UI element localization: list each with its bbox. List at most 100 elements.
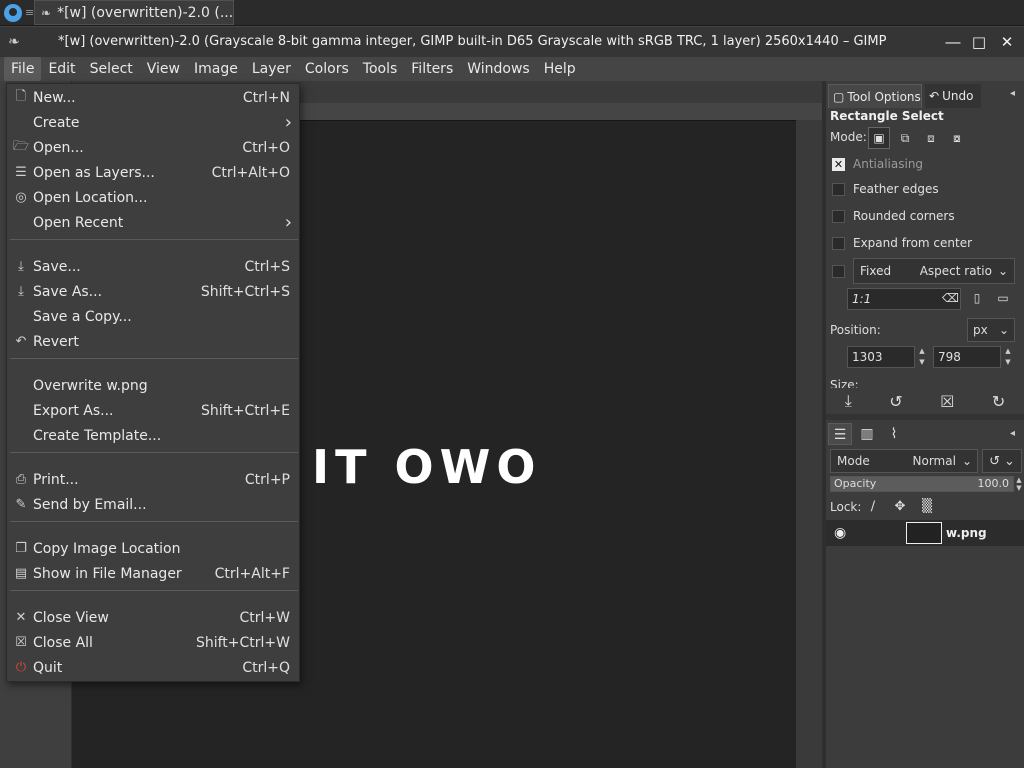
menu-item-open[interactable]: 🗁 Open... Ctrl+O: [8, 135, 298, 160]
layer-mode-select[interactable]: Mode Normal ⌄: [830, 449, 978, 473]
menu-item-label: Send by Email...: [33, 496, 147, 513]
menu-item-export-as[interactable]: Export As... Shift+Ctrl+E: [8, 398, 298, 423]
delete-preset-icon[interactable]: ☒: [940, 392, 954, 411]
menu-layer[interactable]: Layer: [245, 57, 298, 81]
menu-colors[interactable]: Colors: [298, 57, 356, 81]
menu-item-open-location[interactable]: ◎ Open Location...: [8, 185, 298, 210]
landscape-icon[interactable]: ▭: [995, 291, 1011, 307]
menu-select[interactable]: Select: [83, 57, 140, 81]
tab-channels-icon[interactable]: ▥: [855, 423, 879, 445]
close-window-button[interactable]: ✕: [998, 33, 1016, 51]
chevron-down-icon: ⌄: [997, 264, 1008, 278]
maximize-button[interactable]: □: [970, 33, 988, 51]
menu-item-open-as-layers[interactable]: ☰ Open as Layers... Ctrl+Alt+O: [8, 160, 298, 185]
clear-field-icon[interactable]: ⌫: [942, 291, 959, 307]
tab-tool-options[interactable]: ▢ Tool Options: [828, 84, 922, 108]
mode-intersect-icon[interactable]: ⧇: [946, 127, 968, 149]
minimize-button[interactable]: ―: [944, 33, 962, 51]
reset-icon: ↺: [989, 453, 1000, 469]
rounded-corners-label: Rounded corners: [853, 209, 955, 223]
antialiasing-option[interactable]: ✕ Antialiasing: [832, 154, 923, 174]
dock-menu-icon[interactable]: ◂: [1010, 428, 1022, 440]
rounded-corners-checkbox[interactable]: [832, 209, 845, 223]
canvas-image-text: IT OWO: [312, 440, 542, 494]
menu-item-print[interactable]: ⎙ Print... Ctrl+P: [8, 467, 298, 492]
layer-name: w.png: [946, 526, 987, 540]
globe-icon: ◎: [15, 190, 27, 205]
opacity-spinner[interactable]: ▲ ▼: [1014, 476, 1024, 492]
lock-position-icon[interactable]: ✥: [892, 499, 908, 515]
position-unit-select[interactable]: px ⌄: [967, 318, 1015, 342]
position-label: Position:: [830, 323, 881, 337]
file-menu-dropdown: 🗋 New... Ctrl+N Create › 🗁 Open... Ctrl+…: [6, 83, 300, 682]
menu-item-close-all[interactable]: ☒ Close All Shift+Ctrl+W: [8, 630, 298, 655]
menu-view[interactable]: View: [140, 57, 187, 81]
menu-item-copy-location[interactable]: ❐ Copy Image Location: [8, 536, 298, 561]
mode-add-icon[interactable]: ⧉: [894, 127, 916, 149]
expand-center-checkbox[interactable]: [832, 236, 845, 250]
position-x-input[interactable]: 1303: [847, 346, 915, 368]
menu-image[interactable]: Image: [187, 57, 245, 81]
opacity-slider[interactable]: Opacity 100.0: [830, 476, 1014, 492]
save-preset-icon[interactable]: ⤓: [845, 391, 852, 411]
antialiasing-checkbox[interactable]: ✕: [832, 157, 845, 171]
menu-item-overwrite[interactable]: Overwrite w.png: [8, 373, 298, 398]
menu-file[interactable]: File: [4, 57, 42, 81]
menu-item-create-template[interactable]: Create Template...: [8, 423, 298, 448]
position-y-input[interactable]: 798: [933, 346, 1001, 368]
menu-filters[interactable]: Filters: [404, 57, 460, 81]
restore-preset-icon[interactable]: ↺: [889, 392, 902, 411]
revert-icon: ↶: [15, 334, 27, 349]
taskbar-window-entry[interactable]: ❧ *[w] (overwritten)-2.0 (...: [34, 0, 234, 25]
fixed-mode-select[interactable]: Fixed Aspect ratio ⌄: [853, 258, 1015, 284]
menu-item-label: Open...: [33, 139, 84, 156]
dock-split-handle[interactable]: [826, 414, 1024, 420]
lock-pixels-icon[interactable]: ∕: [865, 499, 881, 515]
menu-item-quit[interactable]: ⏻ Quit Ctrl+Q: [8, 655, 298, 680]
rounded-corners-option[interactable]: Rounded corners: [832, 206, 955, 226]
position-x-spinner[interactable]: ▲ ▼: [917, 346, 927, 368]
feather-edges-option[interactable]: Feather edges: [832, 179, 939, 199]
menu-item-label: Open Location...: [33, 189, 148, 206]
fixed-option[interactable]: [832, 261, 845, 281]
feather-edges-label: Feather edges: [853, 182, 939, 196]
tab-layers-icon[interactable]: ☰: [828, 423, 852, 445]
menu-item-save-copy[interactable]: Save a Copy...: [8, 304, 298, 329]
menu-edit[interactable]: Edit: [41, 57, 82, 81]
size-label: Size:: [830, 378, 859, 388]
eye-icon[interactable]: ◉: [834, 525, 856, 541]
menu-item-save[interactable]: ⤓ Save... Ctrl+S: [8, 254, 298, 279]
start-menu-icon[interactable]: [4, 4, 22, 22]
tool-options-actions: ⤓ ↺ ☒ ↻: [826, 388, 1024, 414]
menu-item-label: Copy Image Location: [33, 540, 181, 557]
position-y-spinner[interactable]: ▲ ▼: [1003, 346, 1013, 368]
mode-subtract-icon[interactable]: ⧈: [920, 127, 942, 149]
layer-mode-reset-button[interactable]: ↺ ⌄: [982, 449, 1022, 473]
menu-item-send-email[interactable]: ✎ Send by Email...: [8, 492, 298, 517]
dock-menu-icon[interactable]: ◂: [1010, 88, 1022, 100]
menu-windows[interactable]: Windows: [460, 57, 537, 81]
expand-center-option[interactable]: Expand from center: [832, 233, 972, 253]
fixed-checkbox[interactable]: [832, 264, 845, 278]
menu-item-label: Open Recent: [33, 214, 124, 231]
mode-replace-icon[interactable]: ▣: [868, 127, 890, 149]
menu-help[interactable]: Help: [537, 57, 583, 81]
tab-paths-icon[interactable]: ⌇: [882, 423, 906, 445]
menu-item-close-view[interactable]: ✕ Close View Ctrl+W: [8, 605, 298, 630]
menu-item-create[interactable]: Create ›: [8, 110, 298, 135]
menu-item-open-recent[interactable]: Open Recent ›: [8, 210, 298, 235]
feather-edges-checkbox[interactable]: [832, 182, 845, 196]
menu-item-save-as[interactable]: ⤓ Save As... Shift+Ctrl+S: [8, 279, 298, 304]
canvas-scrollbar[interactable]: [796, 120, 822, 768]
menu-item-new[interactable]: 🗋 New... Ctrl+N: [8, 85, 298, 110]
menu-tools[interactable]: Tools: [356, 57, 405, 81]
open-icon: 🗁: [12, 138, 30, 154]
reset-icon[interactable]: ↻: [992, 392, 1005, 411]
tab-undo[interactable]: ↶ Undo: [925, 84, 981, 108]
menu-item-show-file-manager[interactable]: ▤ Show in File Manager Ctrl+Alt+F: [8, 561, 298, 586]
lock-alpha-icon[interactable]: ▒: [919, 499, 935, 515]
menu-item-revert[interactable]: ↶ Revert: [8, 329, 298, 354]
menu-item-label: Export As...: [33, 402, 114, 419]
portrait-icon[interactable]: ▯: [969, 291, 985, 307]
layer-row[interactable]: ◉ w.png: [826, 520, 1024, 546]
